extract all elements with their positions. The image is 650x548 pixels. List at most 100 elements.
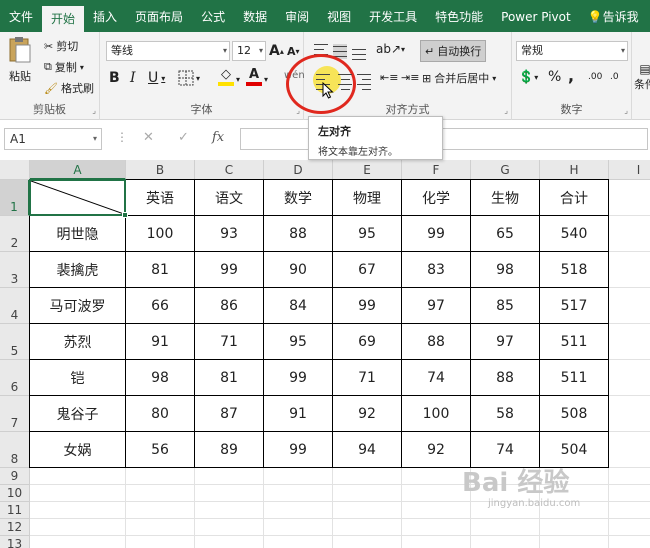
name-cell[interactable]: 鬼谷子 (30, 396, 126, 432)
grid-cell[interactable] (540, 536, 609, 548)
score-cell[interactable]: 89 (195, 432, 264, 468)
number-launcher-icon[interactable]: ⌟ (624, 106, 628, 115)
column-header-d[interactable]: D (264, 160, 333, 180)
score-cell[interactable]: 84 (264, 288, 333, 324)
orientation-button[interactable]: ab↗ ▾ (376, 42, 405, 56)
score-cell[interactable]: 65 (471, 216, 540, 252)
score-cell[interactable]: 81 (126, 252, 195, 288)
grid-cell[interactable] (195, 536, 264, 548)
font-name-select[interactable]: 等线 ▾ (106, 41, 230, 61)
grid-cell[interactable] (333, 502, 402, 519)
grid-cell[interactable] (333, 468, 402, 485)
tab-power-pivot[interactable]: Power Pivot (492, 0, 580, 32)
score-cell[interactable]: 517 (540, 288, 609, 324)
column-header-e[interactable]: E (333, 160, 402, 180)
name-cell[interactable]: 女娲 (30, 432, 126, 468)
bottom-align-button[interactable] (352, 47, 366, 62)
column-header-g[interactable]: G (471, 160, 540, 180)
score-cell[interactable]: 95 (333, 216, 402, 252)
grid-cell[interactable] (30, 502, 126, 519)
grid-cell[interactable] (402, 519, 471, 536)
score-cell[interactable]: 99 (264, 360, 333, 396)
row-header-4[interactable]: 4 (0, 288, 30, 324)
conditional-formatting-button[interactable]: ▤ 条件 (634, 62, 650, 92)
font-size-select[interactable]: 12 ▾ (232, 41, 266, 61)
score-cell[interactable]: 74 (402, 360, 471, 396)
grid-cell[interactable] (609, 324, 650, 360)
row-header-7[interactable]: 7 (0, 396, 30, 432)
score-cell[interactable]: 98 (126, 360, 195, 396)
grid-cell[interactable] (126, 502, 195, 519)
italic-button[interactable]: I (130, 70, 136, 86)
row-header-3[interactable]: 3 (0, 252, 30, 288)
row-header-2[interactable]: 2 (0, 216, 30, 252)
score-cell[interactable]: 91 (126, 324, 195, 360)
score-cell[interactable]: 93 (195, 216, 264, 252)
grid-cell[interactable] (402, 536, 471, 548)
grid-cell[interactable] (264, 536, 333, 548)
grid-cell[interactable] (30, 468, 126, 485)
grid-cell[interactable] (609, 216, 650, 252)
table-header-cell[interactable]: 物理 (333, 180, 402, 216)
grid-cell[interactable] (126, 485, 195, 502)
table-header-cell[interactable]: 化学 (402, 180, 471, 216)
score-cell[interactable]: 99 (264, 432, 333, 468)
borders-button[interactable]: ▾ (178, 70, 200, 86)
score-cell[interactable]: 81 (195, 360, 264, 396)
score-cell[interactable]: 540 (540, 216, 609, 252)
grid-cell[interactable] (333, 536, 402, 548)
percent-button[interactable]: % (548, 69, 561, 85)
score-cell[interactable]: 67 (333, 252, 402, 288)
grid-cell[interactable] (402, 468, 471, 485)
grid-cell[interactable] (540, 519, 609, 536)
wrap-text-button[interactable]: ↵ 自动换行 (420, 40, 487, 62)
score-cell[interactable]: 97 (471, 324, 540, 360)
row-header-5[interactable]: 5 (0, 324, 30, 360)
name-cell[interactable]: 苏烈 (30, 324, 126, 360)
table-header-cell[interactable]: 英语 (126, 180, 195, 216)
tab-insert[interactable]: 插入 (84, 0, 126, 32)
comma-style-button[interactable]: , (568, 66, 574, 85)
row-header-8[interactable]: 8 (0, 432, 30, 468)
grid-cell[interactable] (195, 468, 264, 485)
table-header-cell[interactable]: 语文 (195, 180, 264, 216)
row-header-9[interactable]: 9 (0, 468, 30, 485)
grid-cell[interactable] (264, 502, 333, 519)
paste-button[interactable]: 粘贴 (6, 36, 34, 96)
grid-cell[interactable] (264, 519, 333, 536)
score-cell[interactable]: 71 (333, 360, 402, 396)
score-cell[interactable]: 88 (471, 360, 540, 396)
merge-center-button[interactable]: ⊞ 合并后居中 ▾ (422, 70, 496, 86)
grid-cell[interactable] (30, 536, 126, 548)
score-cell[interactable]: 511 (540, 360, 609, 396)
row-header-1[interactable]: 1 (0, 180, 30, 216)
score-cell[interactable]: 86 (195, 288, 264, 324)
grid-cell[interactable] (609, 252, 650, 288)
grid-cell[interactable] (609, 180, 650, 216)
enter-icon[interactable]: ✓ (178, 130, 189, 145)
grid-cell[interactable] (333, 485, 402, 502)
name-cell[interactable]: 铠 (30, 360, 126, 396)
accounting-format-button[interactable]: 💲 ▾ (518, 70, 538, 85)
score-cell[interactable]: 56 (126, 432, 195, 468)
chevron-down-icon[interactable]: ▾ (264, 75, 268, 84)
grid-cell[interactable] (609, 536, 650, 548)
tab-review[interactable]: 审阅 (276, 0, 318, 32)
column-header-f[interactable]: F (402, 160, 471, 180)
tell-me-box[interactable]: 💡告诉我 (588, 0, 639, 32)
cut-button[interactable]: ✂ 剪切 (44, 38, 78, 54)
score-cell[interactable]: 98 (471, 252, 540, 288)
score-cell[interactable]: 92 (402, 432, 471, 468)
tab-view[interactable]: 视图 (318, 0, 360, 32)
row-header-10[interactable]: 10 (0, 485, 30, 502)
score-cell[interactable]: 94 (333, 432, 402, 468)
score-cell[interactable]: 504 (540, 432, 609, 468)
shrink-font-button[interactable]: A ▾ (287, 45, 300, 58)
select-all-corner[interactable] (0, 160, 30, 180)
score-cell[interactable]: 66 (126, 288, 195, 324)
score-cell[interactable]: 99 (333, 288, 402, 324)
score-cell[interactable]: 83 (402, 252, 471, 288)
grid-cell[interactable] (126, 536, 195, 548)
grid-cell[interactable] (402, 485, 471, 502)
grid-cell[interactable] (609, 396, 650, 432)
